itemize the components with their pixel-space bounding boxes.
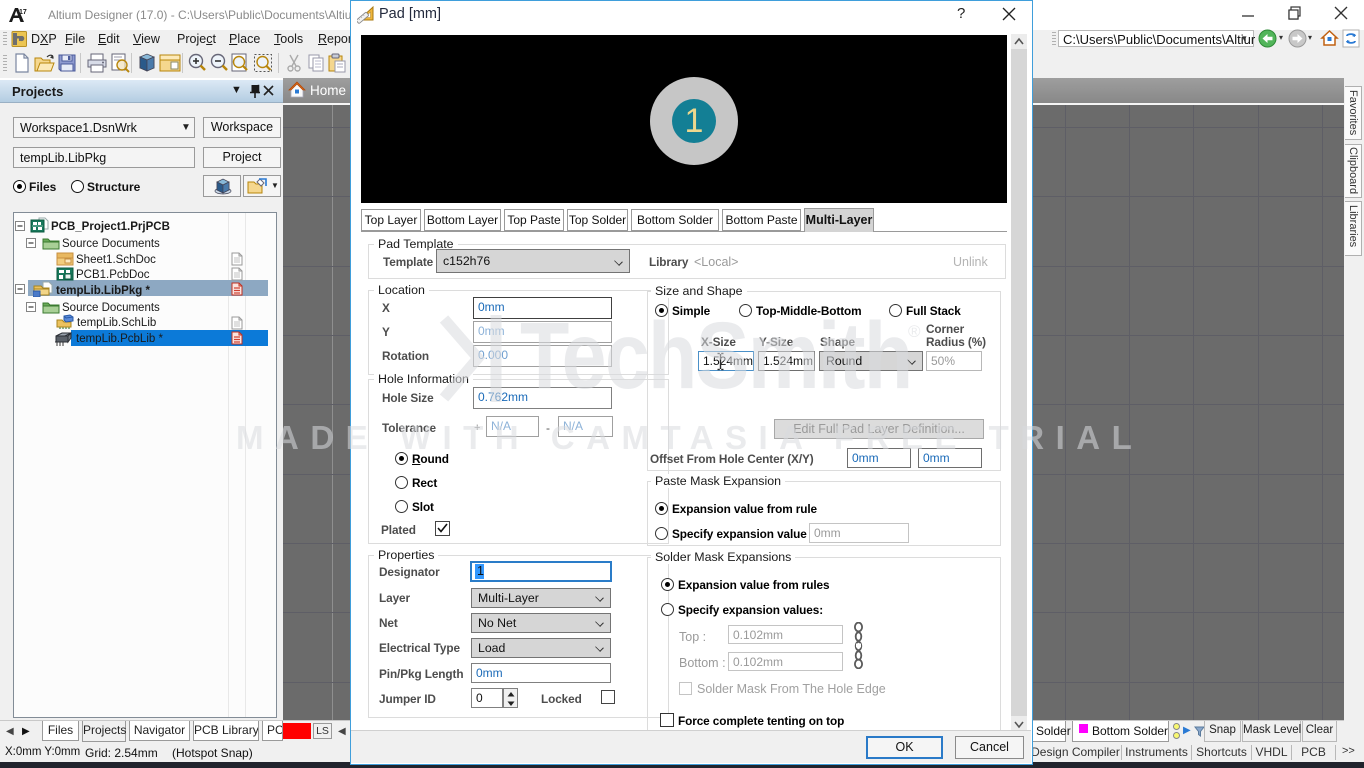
svg-text:17: 17: [19, 9, 27, 16]
